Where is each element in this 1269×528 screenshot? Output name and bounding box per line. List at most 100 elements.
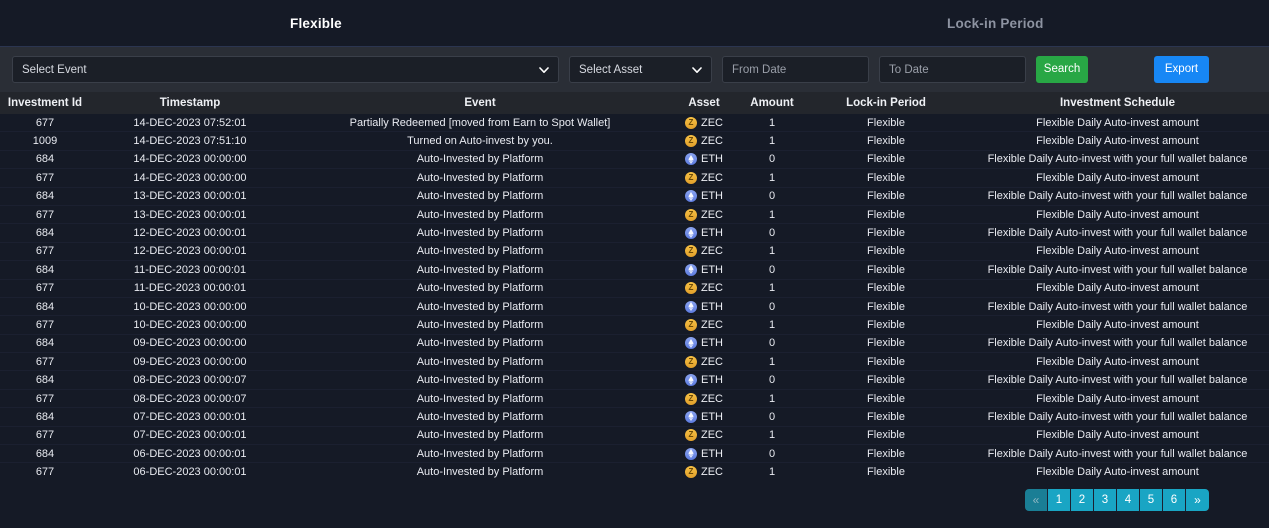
export-button[interactable]: Export	[1154, 56, 1209, 83]
cell-lock-in-period: Flexible	[806, 297, 966, 315]
pagination-page-3[interactable]: 3	[1094, 489, 1117, 511]
cell-investment-id: 684	[0, 371, 90, 389]
table-row[interactable]: 68406-DEC-2023 00:00:01Auto-Invested by …	[0, 445, 1269, 463]
table-row[interactable]: 68410-DEC-2023 00:00:00Auto-Invested by …	[0, 297, 1269, 315]
table-row[interactable]: 100914-DEC-2023 07:51:10Turned on Auto-i…	[0, 132, 1269, 150]
select-asset-value: Select Asset	[579, 64, 642, 76]
cell-amount: 1	[738, 463, 806, 481]
cell-timestamp: 07-DEC-2023 00:00:01	[90, 408, 290, 426]
column-header-event[interactable]: Event	[290, 92, 670, 114]
column-header-lock-in-period[interactable]: Lock-in Period	[806, 92, 966, 114]
cell-investment-schedule: Flexible Daily Auto-invest amount	[966, 279, 1269, 297]
table-row[interactable]: 68412-DEC-2023 00:00:01Auto-Invested by …	[0, 224, 1269, 242]
tab-flexible[interactable]: Flexible	[290, 0, 342, 47]
table-row[interactable]: 68408-DEC-2023 00:00:07Auto-Invested by …	[0, 371, 1269, 389]
cell-amount: 1	[738, 114, 806, 132]
cell-amount: 0	[738, 261, 806, 279]
cell-asset: ETH	[670, 150, 738, 168]
eth-coin-icon	[685, 153, 697, 165]
cell-lock-in-period: Flexible	[806, 445, 966, 463]
select-event-dropdown[interactable]: Select Event	[12, 56, 559, 83]
pagination-page-2[interactable]: 2	[1071, 489, 1094, 511]
asset-symbol-label: ETH	[701, 448, 723, 460]
cell-asset: ZZEC	[670, 316, 738, 334]
cell-investment-schedule: Flexible Daily Auto-invest with your ful…	[966, 224, 1269, 242]
column-header-investment-id[interactable]: Investment Id	[0, 92, 90, 114]
cell-investment-schedule: Flexible Daily Auto-invest with your ful…	[966, 187, 1269, 205]
cell-investment-schedule: Flexible Daily Auto-invest amount	[966, 114, 1269, 132]
tab-lock-in-period-label: Lock-in Period	[947, 16, 1044, 31]
table-row[interactable]: 67711-DEC-2023 00:00:01Auto-Invested by …	[0, 279, 1269, 297]
column-header-investment-schedule[interactable]: Investment Schedule	[966, 92, 1269, 114]
zec-coin-icon: Z	[685, 429, 697, 441]
tab-lock-in-period[interactable]: Lock-in Period	[947, 0, 1044, 47]
table-row[interactable]: 67713-DEC-2023 00:00:01Auto-Invested by …	[0, 205, 1269, 223]
cell-investment-schedule: Flexible Daily Auto-invest amount	[966, 463, 1269, 481]
eth-coin-icon	[685, 227, 697, 239]
cell-amount: 1	[738, 132, 806, 150]
table-row[interactable]: 68409-DEC-2023 00:00:00Auto-Invested by …	[0, 334, 1269, 352]
table-row[interactable]: 67709-DEC-2023 00:00:00Auto-Invested by …	[0, 353, 1269, 371]
pagination-page-5[interactable]: 5	[1140, 489, 1163, 511]
eth-coin-icon	[685, 301, 697, 313]
asset-symbol-label: ZEC	[701, 429, 723, 441]
cell-event: Auto-Invested by Platform	[290, 316, 670, 334]
pagination-page-1[interactable]: 1	[1048, 489, 1071, 511]
cell-investment-id: 684	[0, 297, 90, 315]
search-button[interactable]: Search	[1036, 56, 1088, 83]
table-row[interactable]: 67714-DEC-2023 00:00:00Auto-Invested by …	[0, 169, 1269, 187]
cell-investment-schedule: Flexible Daily Auto-invest with your ful…	[966, 261, 1269, 279]
asset-symbol-label: ETH	[701, 337, 723, 349]
table-row[interactable]: 67710-DEC-2023 00:00:00Auto-Invested by …	[0, 316, 1269, 334]
table-row[interactable]: 67712-DEC-2023 00:00:01Auto-Invested by …	[0, 242, 1269, 260]
cell-lock-in-period: Flexible	[806, 205, 966, 223]
asset-symbol-label: ZEC	[701, 466, 723, 478]
cell-lock-in-period: Flexible	[806, 463, 966, 481]
cell-investment-id: 677	[0, 205, 90, 223]
pagination-next-button[interactable]: »	[1186, 489, 1209, 511]
column-header-timestamp[interactable]: Timestamp	[90, 92, 290, 114]
table-row[interactable]: 67708-DEC-2023 00:00:07Auto-Invested by …	[0, 389, 1269, 407]
table-row[interactable]: 68414-DEC-2023 00:00:00Auto-Invested by …	[0, 150, 1269, 168]
cell-event: Auto-Invested by Platform	[290, 445, 670, 463]
pagination-page-6[interactable]: 6	[1163, 489, 1186, 511]
cell-investment-schedule: Flexible Daily Auto-invest amount	[966, 389, 1269, 407]
eth-coin-icon	[685, 190, 697, 202]
asset-symbol-label: ETH	[701, 374, 723, 386]
table-row[interactable]: 68413-DEC-2023 00:00:01Auto-Invested by …	[0, 187, 1269, 205]
table-row[interactable]: 67714-DEC-2023 07:52:01Partially Redeeme…	[0, 114, 1269, 132]
cell-lock-in-period: Flexible	[806, 261, 966, 279]
eth-coin-icon	[685, 337, 697, 349]
table-row[interactable]: 67706-DEC-2023 00:00:01Auto-Invested by …	[0, 463, 1269, 481]
cell-asset: ZZEC	[670, 463, 738, 481]
cell-lock-in-period: Flexible	[806, 187, 966, 205]
table-row[interactable]: 67707-DEC-2023 00:00:01Auto-Invested by …	[0, 426, 1269, 444]
select-asset-dropdown[interactable]: Select Asset	[569, 56, 712, 83]
cell-investment-schedule: Flexible Daily Auto-invest with your ful…	[966, 297, 1269, 315]
to-date-input[interactable]: To Date	[879, 56, 1026, 83]
cell-amount: 0	[738, 187, 806, 205]
asset-symbol-label: ETH	[701, 227, 723, 239]
tab-bar: Flexible Lock-in Period	[0, 0, 1269, 47]
pagination-page-4[interactable]: 4	[1117, 489, 1140, 511]
cell-amount: 0	[738, 224, 806, 242]
cell-amount: 0	[738, 371, 806, 389]
cell-investment-id: 684	[0, 445, 90, 463]
cell-investment-id: 677	[0, 279, 90, 297]
asset-symbol-label: ZEC	[701, 356, 723, 368]
cell-lock-in-period: Flexible	[806, 132, 966, 150]
cell-lock-in-period: Flexible	[806, 279, 966, 297]
from-date-input[interactable]: From Date	[722, 56, 869, 83]
cell-asset: Z ZEC	[670, 353, 738, 371]
cell-event: Auto-Invested by Platform	[290, 297, 670, 315]
table-row[interactable]: 68411-DEC-2023 00:00:01Auto-Invested by …	[0, 261, 1269, 279]
table-row[interactable]: 68407-DEC-2023 00:00:01Auto-Invested by …	[0, 408, 1269, 426]
zec-coin-icon: Z	[685, 356, 697, 368]
cell-timestamp: 10-DEC-2023 00:00:00	[90, 316, 290, 334]
cell-timestamp: 13-DEC-2023 00:00:01	[90, 187, 290, 205]
column-header-amount[interactable]: Amount	[738, 92, 806, 114]
cell-investment-id: 684	[0, 187, 90, 205]
cell-timestamp: 07-DEC-2023 00:00:01	[90, 426, 290, 444]
column-header-asset[interactable]: Asset	[670, 92, 738, 114]
cell-amount: 0	[738, 297, 806, 315]
